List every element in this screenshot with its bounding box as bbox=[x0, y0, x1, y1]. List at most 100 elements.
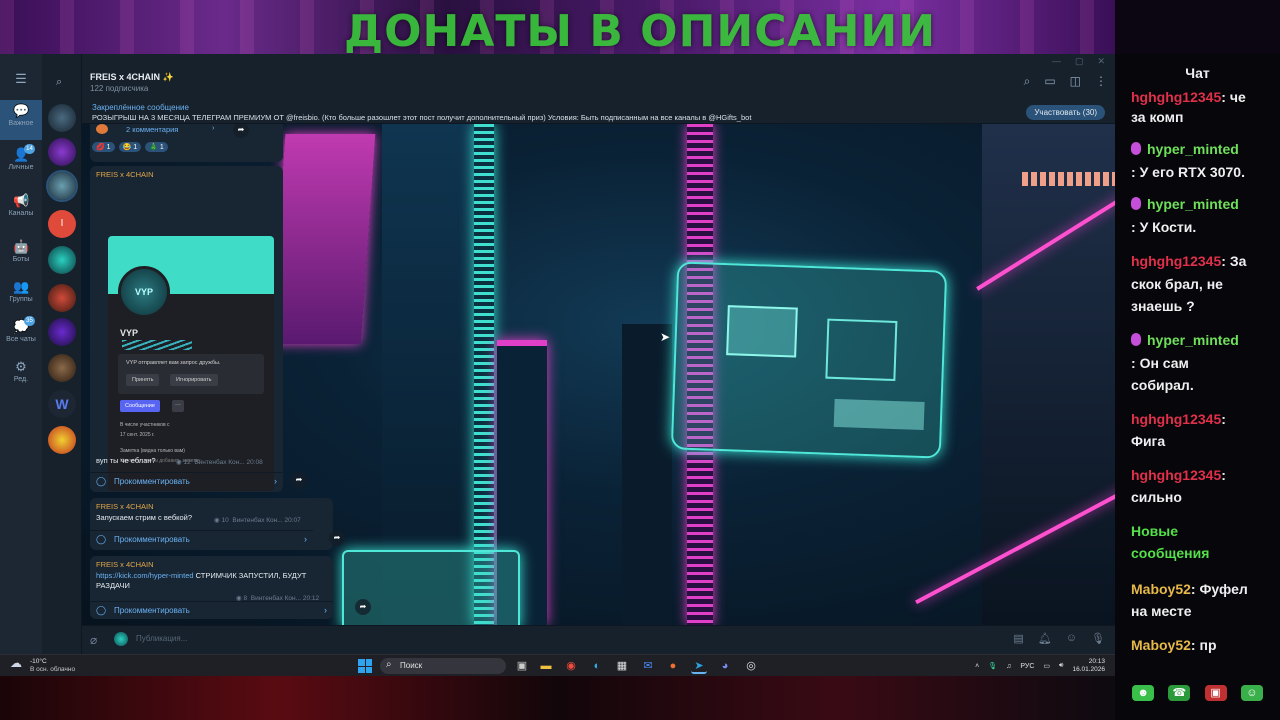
post-author[interactable]: FREIS x 4CHAIN bbox=[96, 170, 154, 179]
microphone-icon[interactable]: 🎙︎ bbox=[988, 662, 997, 670]
participate-button[interactable]: Участвовать (30) bbox=[1026, 105, 1105, 120]
tray-chevron-up-icon[interactable]: ˄ bbox=[975, 663, 979, 670]
chat-username[interactable]: Maboy52 bbox=[1131, 581, 1191, 597]
chat-line: : Он сам bbox=[1131, 355, 1189, 371]
edge-icon[interactable]: ◐ bbox=[589, 658, 605, 674]
emote-icon[interactable]: ☺ bbox=[1240, 685, 1263, 701]
emote-icon[interactable]: ☻ bbox=[1132, 685, 1155, 701]
share-icon: ➦ bbox=[333, 533, 341, 542]
chat-username[interactable]: hyper_minted bbox=[1147, 332, 1239, 348]
wallpaper-shape bbox=[622, 324, 672, 625]
comments-count[interactable]: 2 комментария bbox=[126, 125, 178, 134]
reaction-pill[interactable]: 💋 1 bbox=[92, 142, 115, 152]
bell-icon[interactable]: 🔔︎ bbox=[1038, 632, 1052, 645]
post-author[interactable]: FREIS x 4CHAIN bbox=[96, 502, 154, 511]
message-feed: 2 комментария › 💋 1 😂 1 🎄 1 ➦ FREIS x 4C… bbox=[90, 124, 371, 625]
folder-all-chats[interactable]: 💭 35 Все чаты bbox=[0, 316, 42, 343]
chat-avatar[interactable] bbox=[48, 354, 76, 382]
emote-icon[interactable]: ▣ bbox=[1204, 685, 1227, 701]
chevron-right-icon[interactable]: › bbox=[212, 124, 215, 132]
chat-avatar[interactable]: I bbox=[48, 210, 76, 238]
chat-avatar[interactable] bbox=[48, 318, 76, 346]
volume-icon[interactable]: 🔊︎ bbox=[1059, 662, 1063, 670]
language-indicator[interactable]: РУС bbox=[1020, 663, 1034, 670]
network-icon[interactable]: ▭ bbox=[1043, 662, 1050, 670]
chat-avatar[interactable] bbox=[48, 284, 76, 312]
calendar-icon[interactable]: ▤ bbox=[1013, 632, 1023, 645]
pinned-message-bar[interactable]: Закреплённое сообщение РОЗЫГРЫШ НА 3 МЕС… bbox=[82, 100, 1115, 124]
post-author[interactable]: FREIS x 4CHAIN bbox=[96, 560, 154, 569]
share-button[interactable]: ➦ bbox=[329, 530, 345, 546]
search-icon[interactable]: ⌕ bbox=[1024, 74, 1031, 89]
window-controls: — ▢ ✕ bbox=[1052, 56, 1105, 67]
folder-bots[interactable]: 🤖 Боты bbox=[0, 240, 42, 264]
chat-line: Maboy52: Фуфел bbox=[1131, 581, 1248, 597]
chat-avatar[interactable]: W bbox=[48, 390, 76, 418]
reaction-pill[interactable]: 😂 1 bbox=[118, 142, 142, 152]
chat-avatar-selected[interactable] bbox=[46, 170, 78, 202]
reaction-pill[interactable]: 🎄 1 bbox=[145, 142, 168, 152]
chat-line: hghghg12345: За bbox=[1131, 253, 1247, 269]
minimize-icon[interactable]: — bbox=[1052, 56, 1061, 67]
paperclip-icon[interactable]: ⌀ bbox=[90, 633, 97, 647]
comment-label: Прокомментировать bbox=[114, 535, 190, 544]
chrome-icon[interactable]: ◉ bbox=[563, 658, 579, 674]
chat-avatar[interactable] bbox=[48, 138, 76, 166]
comment-button[interactable]: ◯ Прокомментировать › bbox=[90, 530, 313, 548]
folder-label: Важное bbox=[8, 120, 34, 127]
folder-channels[interactable]: 📢 Каналы bbox=[0, 194, 42, 218]
task-view-icon[interactable]: ▣ bbox=[514, 658, 530, 674]
close-icon[interactable]: ✕ bbox=[1097, 56, 1105, 67]
kick-link[interactable]: https://kick.com/hyper-minted bbox=[96, 571, 194, 580]
composer-input[interactable]: Публикация... bbox=[136, 634, 187, 643]
firefox-icon[interactable]: ● bbox=[665, 658, 681, 674]
chat-username[interactable]: hyper_minted bbox=[1147, 196, 1239, 212]
chat-avatar[interactable] bbox=[48, 246, 76, 274]
emoji-icon[interactable]: ☺ bbox=[1066, 632, 1077, 645]
comment-button[interactable]: ◯ Прокомментировать › bbox=[90, 472, 283, 490]
maximize-icon[interactable]: ▢ bbox=[1075, 56, 1084, 67]
sender-avatar[interactable] bbox=[114, 632, 128, 646]
mic-badge-icon bbox=[1131, 142, 1141, 155]
folder-label: Каналы bbox=[8, 210, 34, 217]
chat-username[interactable]: hyper_minted bbox=[1147, 141, 1239, 157]
sidebar-toggle-icon[interactable]: ◫ bbox=[1070, 74, 1081, 89]
channel-title[interactable]: FREIS x 4CHAIN ✨ bbox=[90, 72, 174, 83]
commenter-avatar bbox=[96, 124, 108, 134]
folder-personal[interactable]: 👤 14 Личные bbox=[0, 144, 42, 171]
chat-avatar[interactable] bbox=[48, 426, 76, 454]
start-button[interactable] bbox=[358, 659, 372, 673]
folder-edit[interactable]: ⚙ Ред. bbox=[0, 359, 42, 384]
store-icon[interactable]: ▦ bbox=[614, 658, 630, 674]
share-button[interactable]: ➦ bbox=[355, 599, 371, 615]
file-explorer-icon[interactable]: ▬ bbox=[538, 658, 554, 674]
folder-groups[interactable]: 👥 Группы bbox=[0, 280, 42, 304]
discord-icon[interactable]: ◕ bbox=[717, 658, 733, 674]
mail-icon[interactable]: ✉ bbox=[640, 658, 656, 674]
obs-icon[interactable]: ◎ bbox=[743, 658, 759, 674]
comment-button[interactable]: ◯ Прокомментировать › bbox=[90, 601, 333, 619]
chat-line: : У его RTX 3070. bbox=[1131, 164, 1245, 180]
chat-line: hyper_minted bbox=[1131, 329, 1273, 351]
search-icon[interactable]: ⌕ bbox=[56, 76, 62, 89]
sliders-icon: ⚙ bbox=[15, 359, 27, 374]
folder-important[interactable]: 💬 Важное bbox=[0, 100, 42, 140]
chat-username[interactable]: hghghg12345 bbox=[1131, 467, 1221, 483]
taskbar-search[interactable]: ⌕ Поиск bbox=[380, 658, 506, 674]
chat-avatar[interactable] bbox=[48, 104, 76, 132]
chat-username[interactable]: hghghg12345 bbox=[1131, 253, 1221, 269]
comments-icon[interactable]: ▭ bbox=[1044, 74, 1055, 89]
chat-username[interactable]: Maboy52 bbox=[1131, 637, 1191, 653]
menu-button[interactable]: ☰ bbox=[0, 72, 42, 88]
telegram-window: ☰ 💬 Важное 👤 14 Личные 📢 Каналы 🤖 Боты 👥… bbox=[0, 54, 1115, 654]
share-button[interactable]: ➦ bbox=[291, 472, 307, 488]
clock[interactable]: 20:13 16.01.2026 bbox=[1072, 658, 1105, 674]
more-menu-icon[interactable]: ⋮ bbox=[1095, 74, 1107, 89]
chat-username[interactable]: hghghg12345 bbox=[1131, 411, 1221, 427]
system-tray: ˄ 🎙︎ ♫ РУС ▭ 🔊︎ 20:13 16.01.2026 bbox=[975, 657, 1105, 675]
attached-image[interactable]: VYP VYP VYP отправляет вам запрос дружбы… bbox=[108, 236, 274, 491]
sound-icon[interactable]: ♫ bbox=[1006, 663, 1011, 670]
emote-icon[interactable]: ☎ bbox=[1168, 685, 1191, 701]
microphone-icon[interactable]: 🎙︎ bbox=[1091, 632, 1105, 645]
telegram-icon[interactable]: ➤ bbox=[691, 658, 707, 674]
